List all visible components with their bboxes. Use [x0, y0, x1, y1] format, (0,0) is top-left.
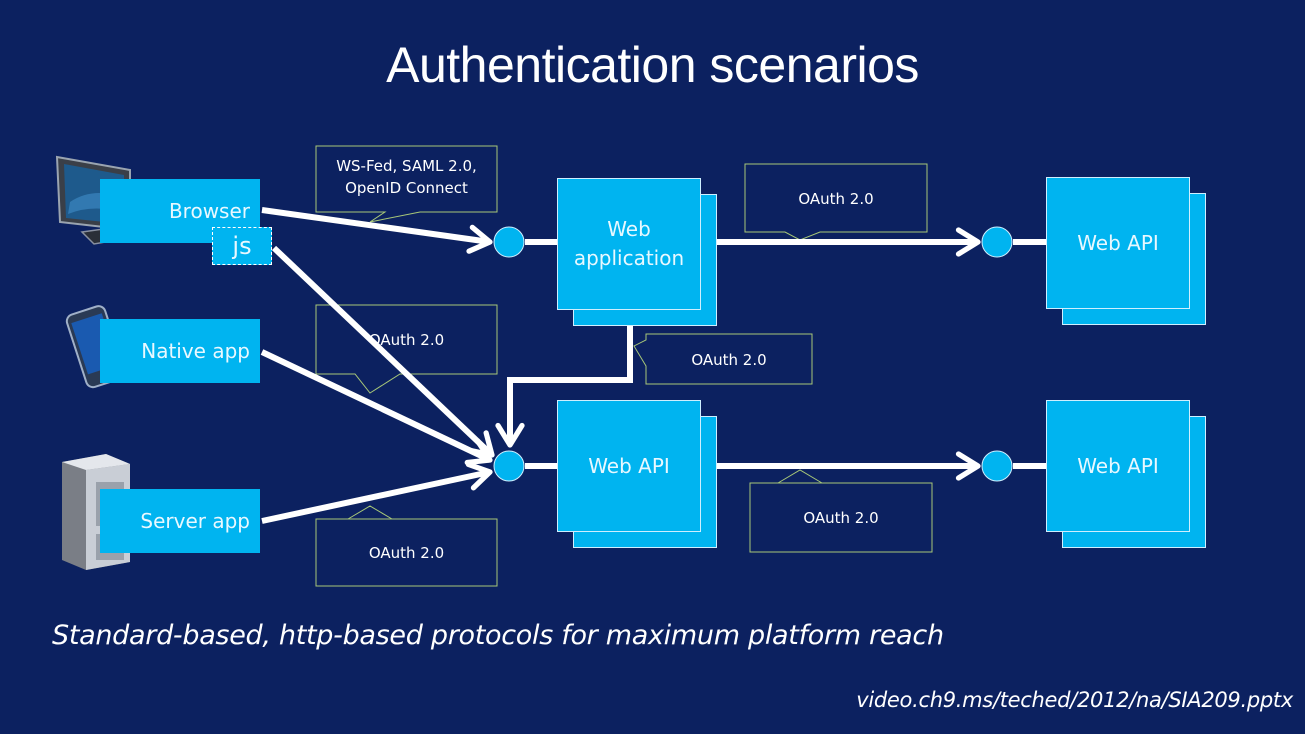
slide-subtitle: Standard-based, http-based protocols for… — [52, 620, 944, 651]
endpoint-node-webapi-bottom-right — [981, 450, 1013, 482]
endpoint-node-webapi-middle — [493, 450, 525, 482]
callout-clients-webapi-text: OAuth 2.0 — [368, 331, 445, 349]
callout-webapi-webapi-text: OAuth 2.0 — [803, 509, 879, 527]
arrow-js-to-webapi — [271, 245, 495, 458]
callout-line-1: WS-Fed, SAML 2.0, — [336, 157, 477, 175]
callout-browser-webapp-text: WS-Fed, SAML 2.0, OpenID Connect — [316, 155, 497, 199]
client-native-app: Native app — [100, 319, 260, 383]
client-native-app-label: Native app — [141, 339, 250, 363]
client-browser-label: Browser — [168, 199, 250, 223]
callout-webapp-down-text: OAuth 2.0 — [691, 351, 767, 369]
node-web-api-middle-label: Web API — [557, 400, 701, 532]
callout-line-2: OpenID Connect — [345, 179, 468, 197]
js-tag: js — [212, 227, 272, 265]
client-server-app: Server app — [100, 489, 260, 553]
arrow-native-to-webapi — [260, 349, 493, 466]
callout-server-webapi-text: OAuth 2.0 — [368, 544, 445, 562]
node-web-api-bottom-right-label: Web API — [1046, 400, 1190, 532]
callout-webapp-webapi-text: OAuth 2.0 — [798, 190, 874, 208]
node-web-application-label: Web application — [557, 178, 701, 310]
arrow-browser-to-webapp — [261, 207, 493, 254]
arrow-server-to-webapi — [261, 461, 493, 524]
source-reference: video.ch9.ms/teched/2012/na/SIA209.pptx — [856, 688, 1293, 712]
client-server-app-label: Server app — [140, 509, 250, 533]
endpoint-node-webapp — [493, 226, 525, 258]
endpoint-node-webapi-top-right — [981, 226, 1013, 258]
node-web-api-top-right-label: Web API — [1046, 177, 1190, 309]
